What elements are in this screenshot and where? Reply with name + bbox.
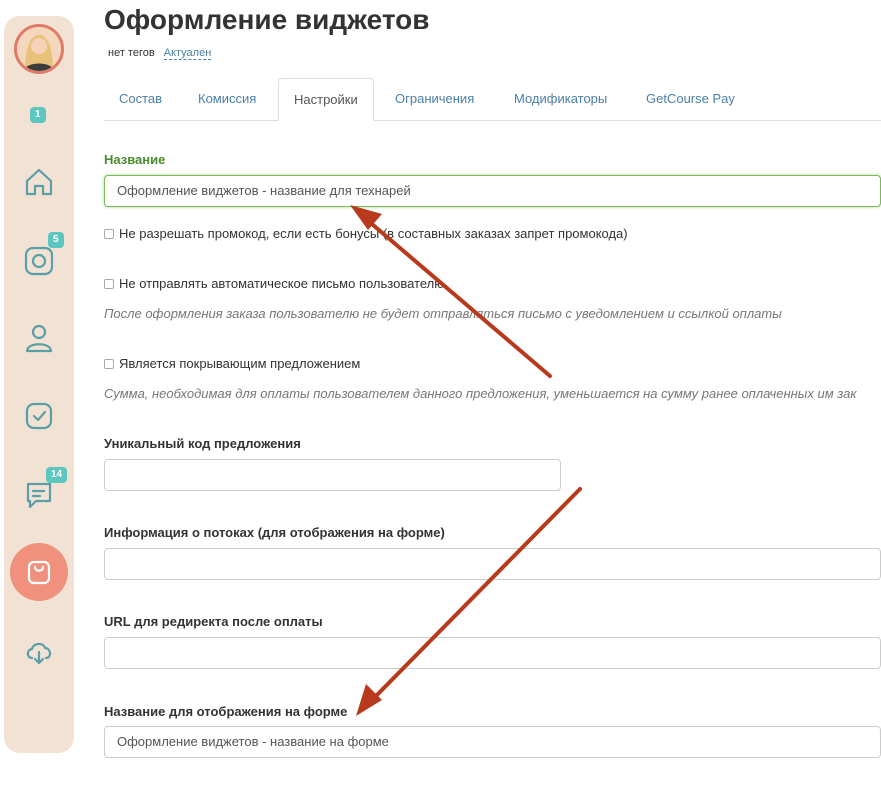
tab-restrictions[interactable]: Ограничения [380, 78, 489, 119]
tab-modifiers[interactable]: Модификаторы [499, 78, 622, 119]
streams-input[interactable] [104, 548, 881, 580]
no-promo-checkbox[interactable] [104, 228, 114, 239]
unique-code-input[interactable] [104, 459, 561, 491]
redirect-input[interactable] [104, 637, 881, 669]
tab-bar: Состав Комиссия Настройки Ограничения Мо… [104, 78, 881, 121]
nav-sales[interactable] [10, 543, 68, 601]
home-icon [25, 168, 53, 196]
no-email-label: Не отправлять автоматическое письмо поль… [119, 276, 444, 291]
notification-badge[interactable]: 1 [30, 107, 46, 123]
name-label: Название [104, 152, 166, 167]
form-name-label: Название для отображения на форме [104, 704, 348, 719]
tab-getcourse-pay[interactable]: GetCourse Pay [631, 78, 750, 119]
no-email-checkbox[interactable] [104, 278, 114, 289]
covering-label: Является покрывающим предложением [119, 356, 361, 371]
tab-composition[interactable]: Состав [104, 78, 177, 119]
instagram-icon [24, 246, 54, 276]
sidebar: 1 5 14 [4, 16, 74, 753]
instagram-badge: 5 [48, 232, 64, 248]
cloud-download-icon [26, 642, 52, 665]
no-promo-option[interactable]: Не разрешать промокод, если есть бонусы … [104, 226, 628, 241]
user-icon [25, 324, 53, 353]
nav-users[interactable] [21, 320, 57, 356]
chat-badge: 14 [46, 467, 68, 483]
redirect-label: URL для редиректа после оплаты [104, 614, 323, 629]
no-promo-label: Не разрешать промокод, если есть бонусы … [119, 226, 628, 241]
tags-text[interactable]: нет тегов [108, 47, 155, 59]
tab-commission[interactable]: Комиссия [183, 78, 271, 119]
unique-code-label: Уникальный код предложения [104, 436, 301, 451]
covering-checkbox[interactable] [104, 358, 114, 369]
no-email-hint: После оформления заказа пользователю не … [104, 306, 782, 321]
avatar[interactable] [14, 24, 64, 74]
streams-label: Информация о потоках (для отображения на… [104, 525, 445, 540]
shopping-bag-icon [27, 560, 51, 585]
status-badge[interactable]: Актуален [163, 47, 212, 60]
covering-option[interactable]: Является покрывающим предложением [104, 356, 360, 371]
nav-home[interactable] [21, 164, 57, 200]
tags-line: нет тегов Актуален [108, 47, 212, 60]
name-input[interactable]: Оформление виджетов - название для техна… [104, 175, 881, 207]
form-name-input[interactable]: Оформление виджетов - название на форме [104, 726, 881, 758]
tab-settings[interactable]: Настройки [278, 78, 374, 121]
no-email-option[interactable]: Не отправлять автоматическое письмо поль… [104, 276, 444, 291]
arrow-to-form-name-field [356, 487, 582, 716]
covering-hint: Сумма, необходимая для оплаты пользовате… [104, 386, 857, 401]
page-title: Оформление виджетов [104, 4, 430, 35]
check-icon [25, 402, 53, 430]
nav-downloads[interactable] [21, 634, 57, 670]
nav-tasks[interactable] [21, 398, 57, 434]
avatar-image [17, 27, 61, 71]
